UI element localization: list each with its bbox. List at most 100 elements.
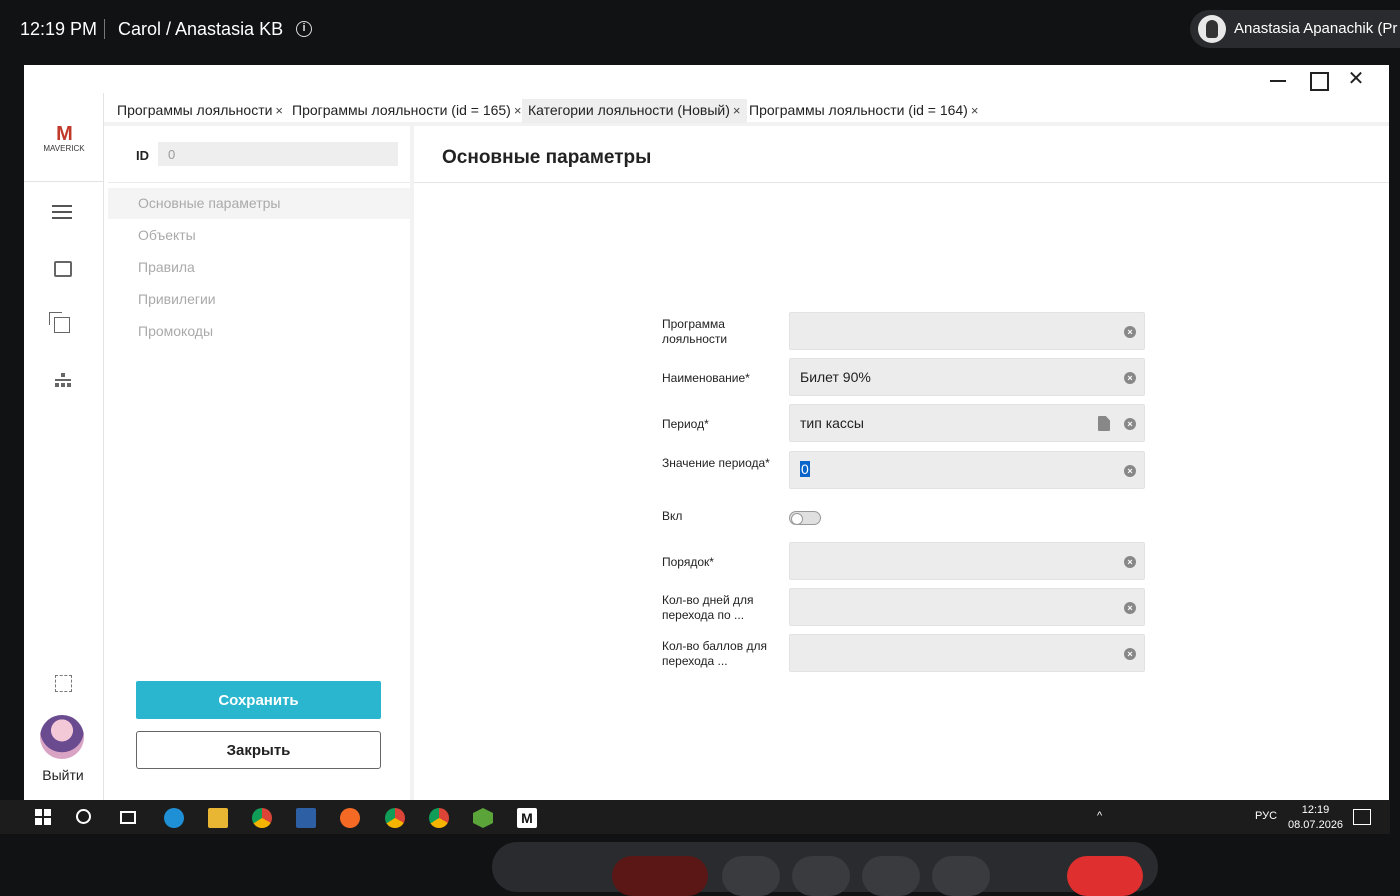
field-row-enabled: Вкл <box>662 507 1162 545</box>
chrome-icon[interactable] <box>385 808 405 828</box>
nav-objects[interactable]: Объекты <box>108 220 410 251</box>
user-avatar[interactable] <box>40 715 84 759</box>
reactions-button[interactable] <box>792 856 850 896</box>
close-icon[interactable]: ✕ <box>1342 67 1370 91</box>
clear-icon[interactable]: × <box>1124 648 1136 660</box>
name-field[interactable]: Билет 90% × <box>789 358 1145 396</box>
field-row-days: Кол-во дней для перехода по ... × <box>662 588 1162 626</box>
meeting-clock: 12:19 PM <box>20 19 98 39</box>
field-row-program: Программа лояльности × <box>662 312 1162 350</box>
minimize-icon[interactable] <box>1264 67 1292 91</box>
clear-icon[interactable]: × <box>1124 326 1136 338</box>
notification-icon[interactable] <box>1353 809 1371 825</box>
menu-icon[interactable] <box>52 205 74 227</box>
field-row-points: Кол-во баллов для перехода ... × <box>662 634 1162 672</box>
program-field[interactable]: × <box>789 312 1145 350</box>
logo-letter: M <box>56 123 73 145</box>
participants-button[interactable] <box>862 856 920 896</box>
period-field[interactable]: тип кассы × <box>789 404 1145 442</box>
id-field[interactable] <box>158 142 398 166</box>
presenter-name: Anastasia Apanachik (Pr <box>1234 20 1398 37</box>
file-explorer-icon[interactable] <box>208 808 228 828</box>
nav-promocodes[interactable]: Промокоды <box>108 316 410 347</box>
rail-divider <box>24 181 104 182</box>
chrome-icon[interactable] <box>252 808 272 828</box>
language-indicator[interactable]: РУС <box>1255 810 1277 822</box>
logout-button[interactable]: Выйти <box>24 767 102 783</box>
clear-icon[interactable]: × <box>1124 418 1136 430</box>
field-row-order: Порядок* × <box>662 542 1162 580</box>
windows-start-icon[interactable] <box>34 808 54 828</box>
raise-hand-button[interactable] <box>932 856 990 896</box>
nav-main-params[interactable]: Основные параметры <box>108 188 410 219</box>
close-button[interactable]: Закрыть <box>136 731 381 769</box>
field-row-period-value: Значение периода* 0 × <box>662 451 1162 489</box>
clear-icon[interactable]: × <box>1124 372 1136 384</box>
enabled-toggle[interactable] <box>789 511 821 525</box>
period-value-field[interactable]: 0 × <box>789 451 1145 489</box>
tab-bar: Программы лояльности × Программы лояльнос… <box>104 93 1389 126</box>
name-label: Наименование* <box>662 371 750 385</box>
tab-loyalty-categories-new[interactable]: Категории лояльности (Новый) × <box>522 99 747 123</box>
tab-loyalty-program-164[interactable]: Программы лояльности (id = 164) × <box>749 99 978 123</box>
meeting-controls <box>492 842 1158 896</box>
period-value: тип кассы <box>800 415 864 431</box>
clear-icon[interactable]: × <box>1124 556 1136 568</box>
id-label: ID <box>136 148 149 163</box>
tab-close-icon[interactable]: × <box>733 103 741 118</box>
tray-expand-icon[interactable]: ^ <box>1097 810 1102 822</box>
save-button[interactable]: Сохранить <box>136 681 381 719</box>
points-field[interactable]: × <box>789 634 1145 672</box>
maverick-app-icon[interactable]: M <box>517 808 537 828</box>
order-field[interactable]: × <box>789 542 1145 580</box>
hierarchy-icon[interactable] <box>54 373 72 389</box>
tab-close-icon[interactable]: × <box>514 103 522 118</box>
presenter-avatar <box>1198 15 1226 43</box>
taskbar-date: 08.07.2026 <box>1288 819 1344 831</box>
field-row-name: Наименование* Билет 90% × <box>662 358 1162 396</box>
edge-icon[interactable] <box>164 808 184 828</box>
page-title: Основные параметры <box>442 147 652 168</box>
clear-icon[interactable]: × <box>1124 602 1136 614</box>
postman-icon[interactable] <box>340 808 360 828</box>
logo-text: MAVERICK <box>43 144 85 153</box>
node-icon[interactable] <box>473 808 493 828</box>
order-label: Порядок* <box>662 555 714 569</box>
app-icon[interactable] <box>296 808 316 828</box>
tab-loyalty-programs[interactable]: Программы лояльности × <box>117 99 283 123</box>
presenter-badge[interactable]: Anastasia Apanachik (Pr <box>1190 10 1400 48</box>
period-value-label: Значение периода* <box>662 456 770 470</box>
days-field[interactable]: × <box>789 588 1145 626</box>
name-value: Билет 90% <box>800 369 871 385</box>
fullscreen-exit-icon[interactable] <box>55 675 72 692</box>
tab-close-icon[interactable]: × <box>275 103 283 118</box>
calendar-clock-icon[interactable] <box>54 261 72 277</box>
period-label: Период* <box>662 417 709 431</box>
copy-icon[interactable] <box>49 312 70 333</box>
chat-button[interactable] <box>722 856 780 896</box>
info-icon[interactable]: i <box>296 21 312 37</box>
header-separator <box>104 19 105 39</box>
taskbar-time: 12:19 <box>1301 804 1330 816</box>
screen-share-button[interactable] <box>612 856 708 896</box>
leave-call-button[interactable] <box>1067 856 1143 896</box>
clear-icon[interactable]: × <box>1124 465 1136 477</box>
chrome-icon[interactable] <box>429 808 449 828</box>
tab-label: Программы лояльности (id = 164) <box>749 102 968 118</box>
task-view-icon[interactable] <box>120 811 136 824</box>
app-window: ✕ M MAVERICK Выйти Программы лояльности ×… <box>24 65 1389 800</box>
nav-privileges[interactable]: Привилегии <box>108 284 410 315</box>
document-icon[interactable] <box>1098 416 1110 431</box>
points-label: Кол-во баллов для перехода ... <box>662 639 767 668</box>
main-form: Основные параметры Программа лояльности … <box>414 126 1389 800</box>
tab-close-icon[interactable]: × <box>971 103 979 118</box>
title-divider <box>414 182 1389 183</box>
icon-rail: M MAVERICK Выйти <box>24 93 104 800</box>
maverick-logo[interactable]: M MAVERICK <box>34 123 94 153</box>
nav-rules[interactable]: Правила <box>108 252 410 283</box>
search-icon[interactable] <box>76 809 91 824</box>
taskbar-clock[interactable]: 12:19 08.07.2026 <box>1288 803 1343 833</box>
tab-loyalty-program-165[interactable]: Программы лояльности (id = 165) × <box>292 99 521 123</box>
tab-label: Программы лояльности (id = 165) <box>292 102 511 118</box>
maximize-icon[interactable] <box>1304 67 1332 91</box>
